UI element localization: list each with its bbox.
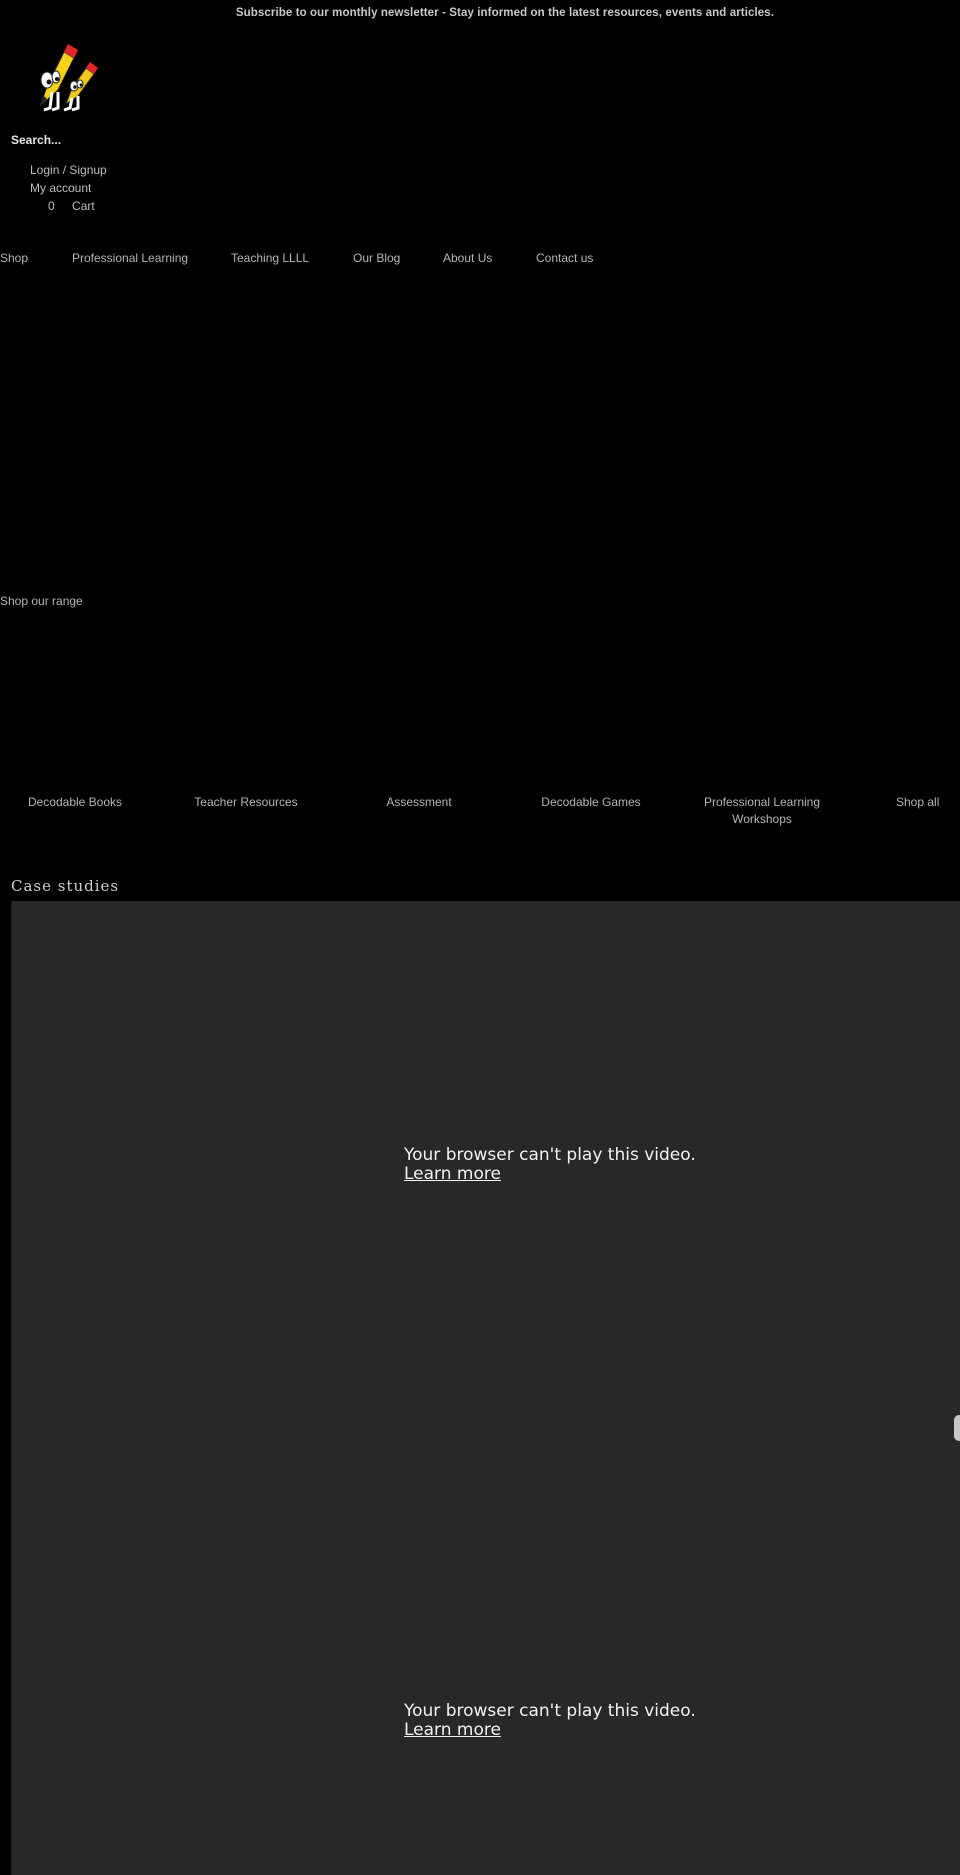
nav-item-professional-learning[interactable]: Professional Learning xyxy=(72,249,188,267)
case-study-video[interactable]: Your browser can't play this video. Lear… xyxy=(11,901,960,1457)
range-teacher-resources[interactable]: Teacher Resources xyxy=(181,794,311,811)
video-error-text: Your browser can't play this video. xyxy=(404,1701,696,1721)
site-logo[interactable] xyxy=(34,44,104,116)
pencil-characters-logo-icon xyxy=(39,44,98,112)
video-error-message: Your browser can't play this video. Lear… xyxy=(404,1702,696,1740)
video-error-message: Your browser can't play this video. Lear… xyxy=(404,1146,696,1184)
range-professional-learning-workshops[interactable]: Professional Learning Workshops xyxy=(697,794,827,828)
learn-more-link[interactable]: Learn more xyxy=(404,1721,696,1740)
case-studies-heading: Case studies xyxy=(11,877,120,895)
my-account-link[interactable]: My account xyxy=(30,179,107,197)
range-assessment[interactable]: Assessment xyxy=(354,794,484,811)
nav-item-our-blog[interactable]: Our Blog xyxy=(353,249,400,267)
nav-item-teaching[interactable]: Teaching LLLL xyxy=(231,249,309,267)
nav-item-about-us[interactable]: About Us xyxy=(443,249,492,267)
learn-more-link[interactable]: Learn more xyxy=(404,1165,696,1184)
cart-count: 0 xyxy=(48,199,55,213)
search-input[interactable]: Search... xyxy=(11,133,61,147)
nav-item-shop[interactable]: Shop xyxy=(0,249,28,267)
video-error-text: Your browser can't play this video. xyxy=(404,1145,696,1165)
page: Subscribe to our monthly newsletter - St… xyxy=(0,0,960,1875)
newsletter-announcement[interactable]: Subscribe to our monthly newsletter - St… xyxy=(0,7,960,19)
login-signup-link[interactable]: Login / Signup xyxy=(30,161,107,179)
range-shop-all[interactable]: Shop all xyxy=(896,794,960,811)
cart-link[interactable]: 0 Cart xyxy=(48,199,109,213)
range-decodable-games[interactable]: Decodable Games xyxy=(526,794,656,811)
nav-item-contact-us[interactable]: Contact us xyxy=(536,249,593,267)
case-study-video[interactable]: Your browser can't play this video. Lear… xyxy=(11,1457,960,1875)
shop-range-heading: Shop our range xyxy=(0,594,83,608)
account-links: Login / Signup My account xyxy=(30,161,107,197)
carousel-scroll-handle[interactable] xyxy=(954,1415,960,1441)
cart-label: Cart xyxy=(72,199,95,213)
range-decodable-books[interactable]: Decodable Books xyxy=(10,794,140,811)
